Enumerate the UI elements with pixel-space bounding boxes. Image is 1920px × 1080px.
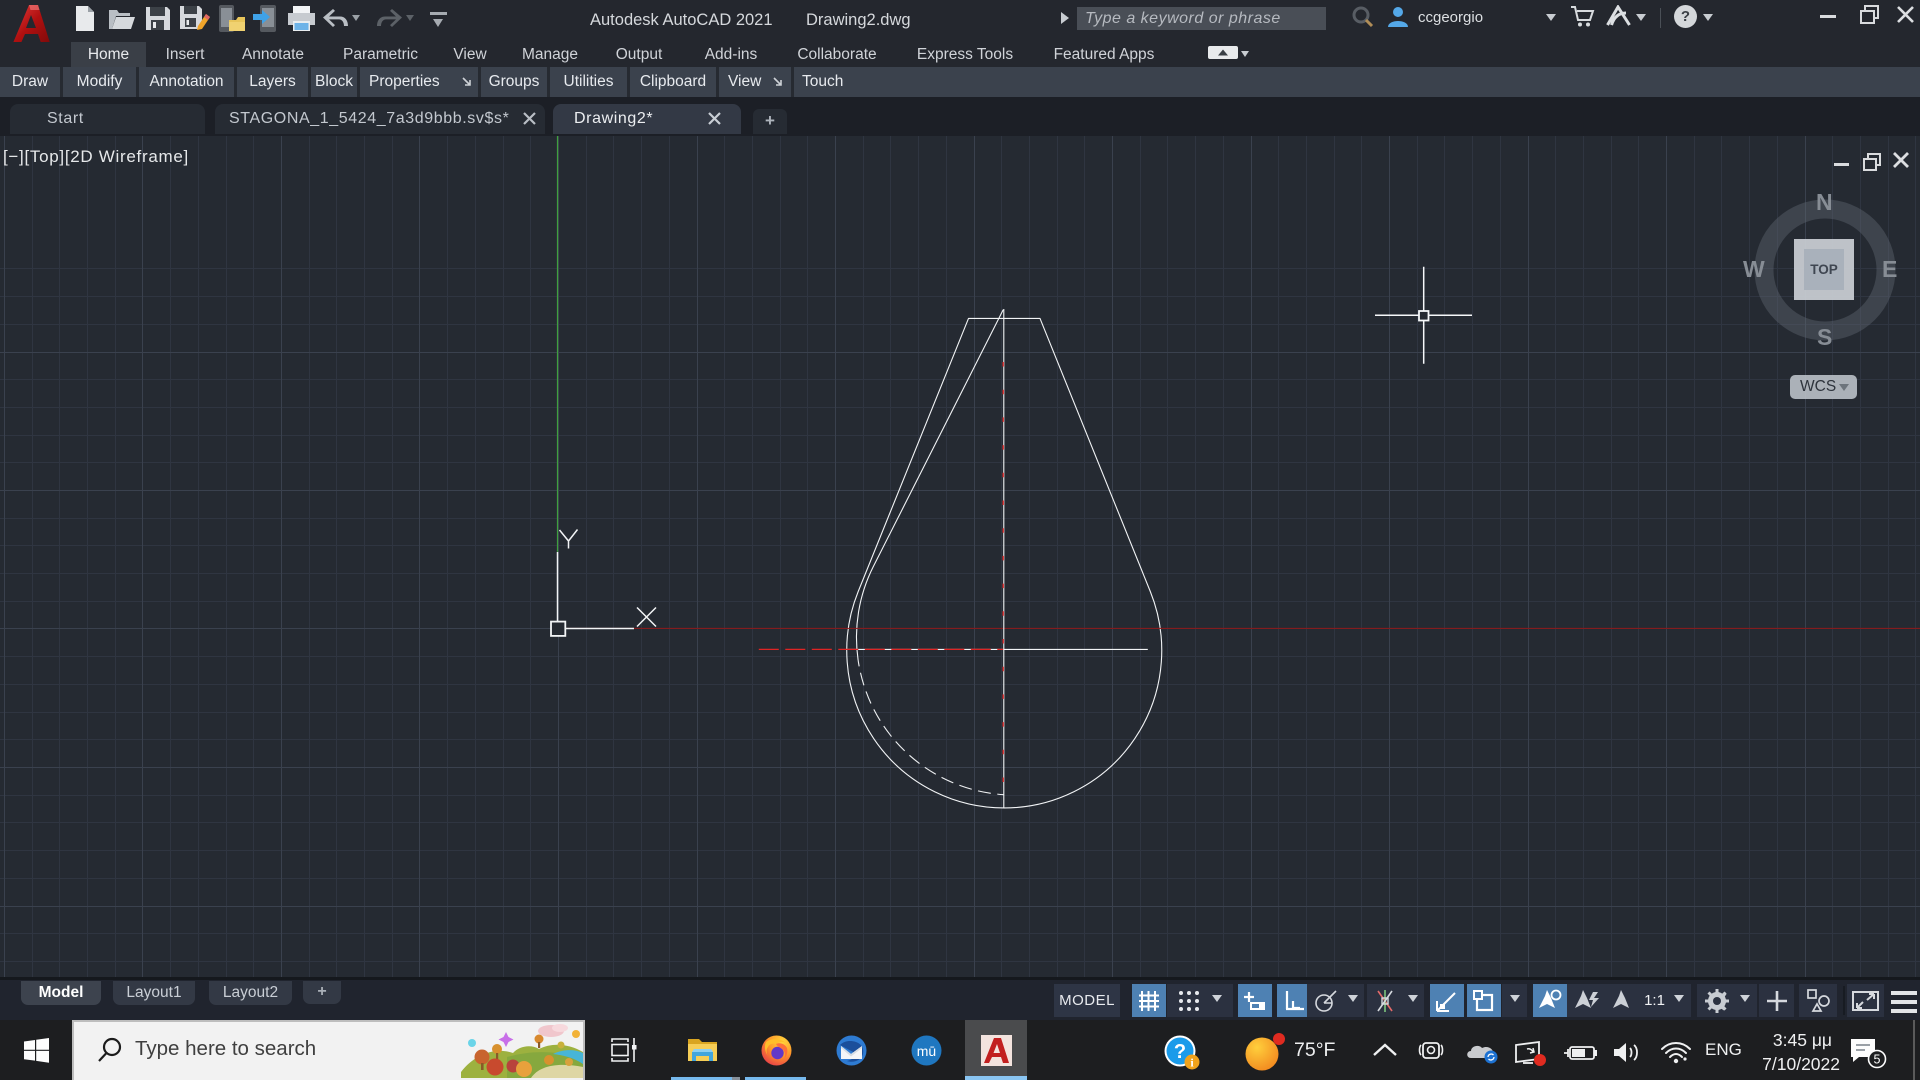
svg-text:5: 5 <box>1874 1053 1881 1067</box>
svg-text:?: ? <box>1174 1041 1186 1063</box>
svg-text:mū: mū <box>916 1043 935 1059</box>
